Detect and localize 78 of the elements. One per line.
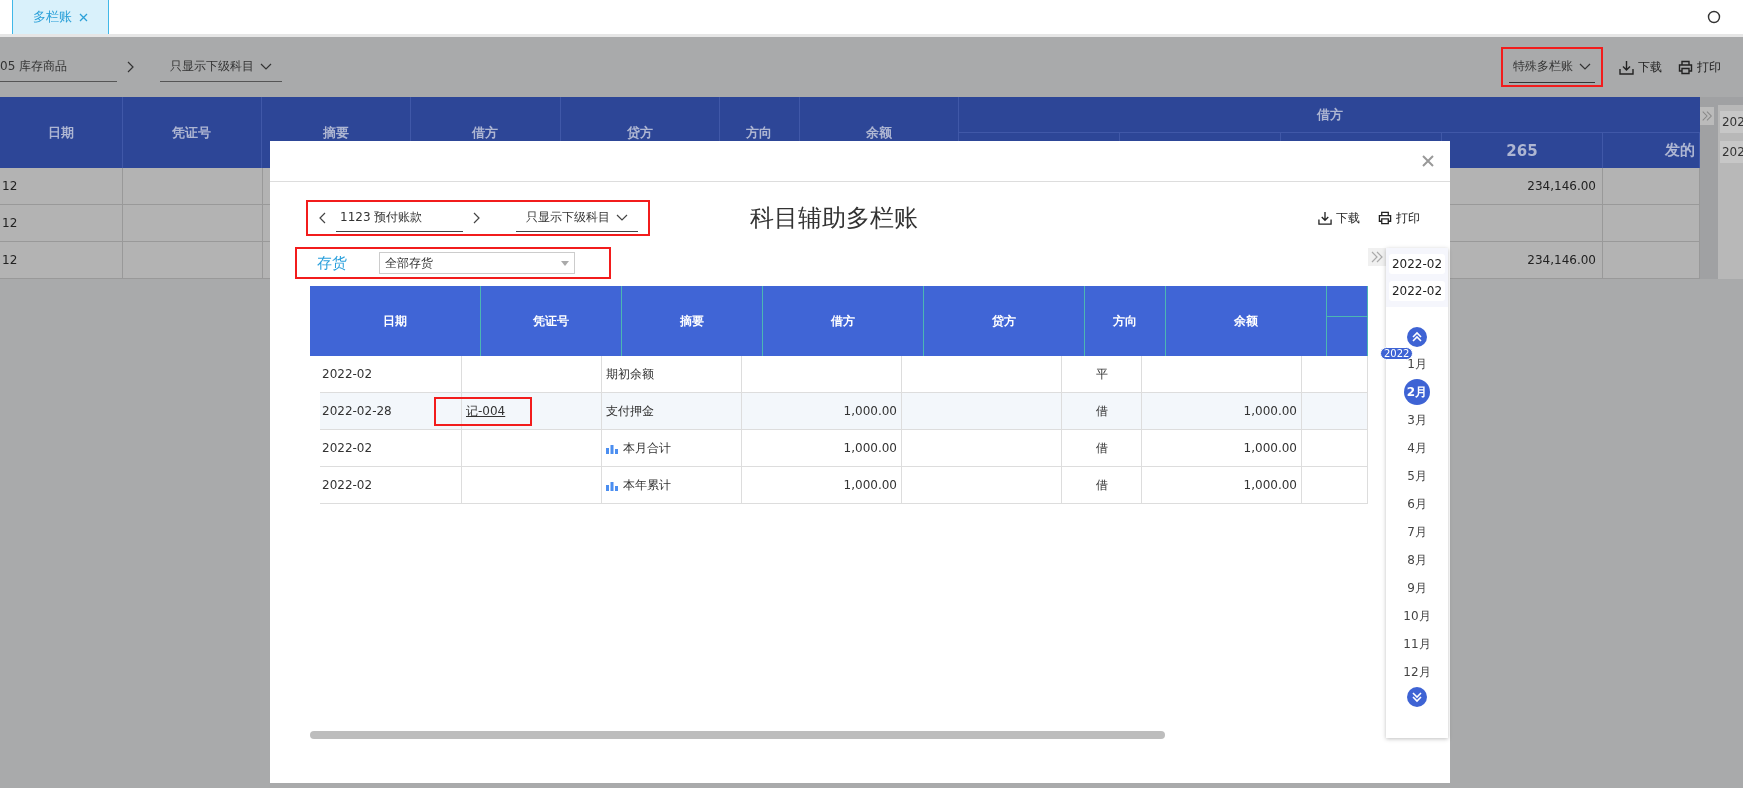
table-cell: 期初余额: [606, 365, 654, 383]
table-cell: 平: [1095, 365, 1108, 383]
month-item[interactable]: 5月: [1404, 463, 1430, 489]
inventory-dropdown[interactable]: 全部存货: [379, 252, 575, 274]
search-icon[interactable]: [1707, 10, 1721, 24]
ledger-type-dropdown[interactable]: 特殊多栏账: [1509, 51, 1595, 83]
scroll-down-icon[interactable]: [1407, 687, 1427, 707]
table-cell: 1,000.00: [1243, 404, 1297, 418]
table-cell: 2022-02: [322, 367, 373, 381]
bar-chart-icon: [606, 479, 618, 491]
month-item[interactable]: 6月: [1404, 491, 1430, 517]
table-cell: 234,146.00: [1527, 179, 1596, 193]
month-item[interactable]: 9月: [1404, 575, 1430, 601]
table-cell: 本月合计: [623, 439, 671, 457]
year-badge: 2022: [1380, 347, 1414, 360]
period-field[interactable]: 202: [1720, 111, 1743, 133]
month-item[interactable]: 10月: [1404, 603, 1430, 629]
table-cell: 2022-02: [322, 441, 373, 455]
printer-icon: [1678, 59, 1693, 75]
field-label: 存货: [317, 253, 347, 273]
table-cell: 12: [0, 242, 123, 278]
column-header: 方向: [1085, 286, 1166, 356]
download-icon: [1619, 59, 1634, 75]
toolbar-button[interactable]: 下载: [1619, 58, 1662, 76]
caret-icon: [616, 213, 628, 222]
column-header: 贷方: [924, 286, 1085, 356]
caret-icon: [561, 260, 569, 266]
download-icon: [1318, 211, 1332, 225]
chevron-right-icon[interactable]: [473, 212, 481, 224]
period-field[interactable]: 2022-02: [1388, 254, 1446, 274]
subject-selector[interactable]: 05 库存商品: [0, 52, 117, 82]
table-cell: 234,146.00: [1527, 253, 1596, 267]
table-cell: 支付押金: [606, 402, 654, 420]
printer-icon: [1378, 211, 1392, 225]
column-header: 日期: [310, 286, 481, 356]
horizontal-scrollbar[interactable]: [310, 731, 1165, 739]
toolbar-button[interactable]: 打印: [1678, 58, 1721, 76]
toolbar-button[interactable]: 打印: [1378, 209, 1420, 227]
table-cell: 1,000.00: [843, 478, 897, 492]
column-header: 凭证号: [481, 286, 622, 356]
caret-icon: [260, 62, 272, 71]
table-cell: 借: [1095, 402, 1108, 420]
column-header: 借方: [763, 286, 924, 356]
month-item[interactable]: 7月: [1404, 519, 1430, 545]
table-cell: 12: [0, 205, 123, 241]
dialog-title: 科目辅助多栏账: [750, 203, 918, 234]
month-item[interactable]: 3月: [1404, 407, 1430, 433]
table-cell: 2022-02: [322, 478, 373, 492]
chevron-right-icon[interactable]: [127, 61, 135, 73]
toolbar-button[interactable]: 下载: [1318, 209, 1360, 227]
column-group-header: 借方: [959, 97, 1700, 133]
period-field[interactable]: 2022-02: [1388, 281, 1446, 301]
close-icon[interactable]: [1422, 155, 1434, 167]
bar-chart-icon: [606, 442, 618, 454]
table-cell: 借: [1095, 439, 1108, 457]
month-item[interactable]: 12月: [1404, 659, 1430, 685]
chevron-left-icon[interactable]: [318, 212, 326, 224]
filter-dropdown[interactable]: 只显示下级科目: [160, 52, 282, 82]
period-field[interactable]: 202: [1720, 141, 1743, 163]
caret-icon: [1579, 62, 1591, 71]
subject-selector[interactable]: 1123 预付账款: [336, 204, 463, 232]
month-item[interactable]: 11月: [1404, 631, 1430, 657]
table-cell: 12: [0, 168, 123, 204]
table-cell: 1,000.00: [1243, 441, 1297, 455]
column-header: 摘要: [622, 286, 763, 356]
table-cell: 1,000.00: [843, 404, 897, 418]
month-item[interactable]: 4月: [1404, 435, 1430, 461]
month-item[interactable]: 2月: [1404, 379, 1430, 405]
table-cell: 1,000.00: [1243, 478, 1297, 492]
month-item[interactable]: 8月: [1404, 547, 1430, 573]
scroll-up-icon[interactable]: [1407, 327, 1427, 347]
filter-dropdown[interactable]: 只显示下级科目: [516, 204, 638, 232]
table-cell: 本年累计: [623, 476, 671, 494]
table-cell: 1,000.00: [843, 441, 897, 455]
table-cell: 借: [1095, 476, 1108, 494]
table-cell: 2022-02-28: [322, 404, 392, 418]
voucher-link[interactable]: 记-004: [466, 403, 506, 418]
column-header-cell: [1327, 286, 1368, 356]
